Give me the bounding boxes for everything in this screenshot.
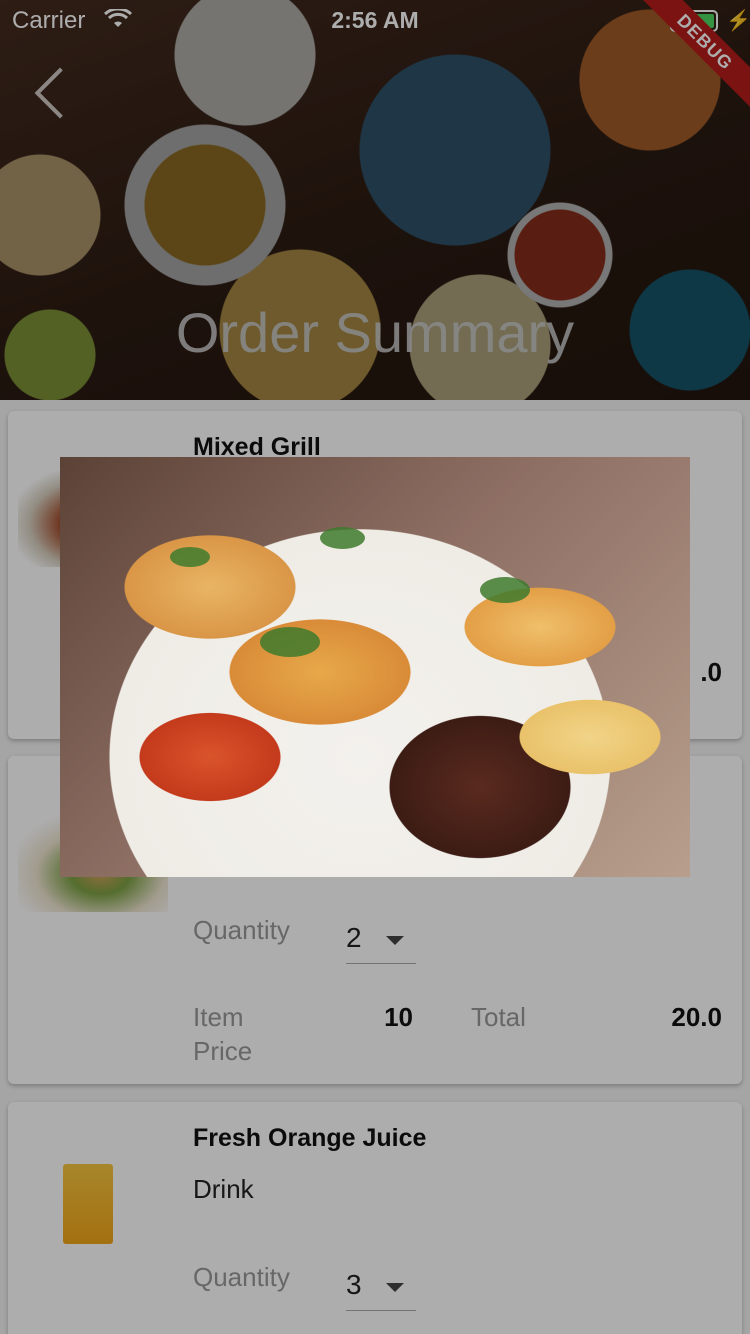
- enlarged-food-image[interactable]: [60, 457, 690, 877]
